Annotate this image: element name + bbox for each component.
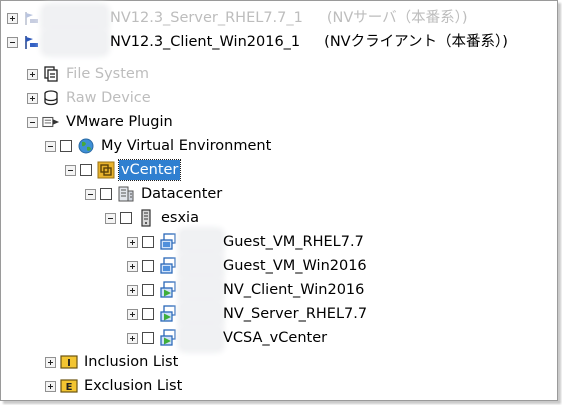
vm-name: NV_Client_Win2016 xyxy=(223,282,365,298)
redacted-block xyxy=(181,255,221,277)
vm-name: Guest_VM_Win2016 xyxy=(223,258,367,274)
plugin-icon xyxy=(42,113,60,131)
vcenter-label: vCenter xyxy=(117,159,182,181)
inclusion-list-label: Inclusion List xyxy=(84,354,179,370)
server-node-name: NV12.3_Server_RHEL7.7_1 xyxy=(110,10,303,26)
collapse-toggle[interactable] xyxy=(27,116,38,128)
vcenter-icon xyxy=(97,161,115,179)
tree-node-vm[interactable]: NV_Server_RHEL7.7 xyxy=(127,302,369,326)
expand-toggle[interactable] xyxy=(45,356,56,368)
client-node-name: NV12.3_Client_Win2016_1 xyxy=(110,34,301,50)
tree-node-raw-device[interactable]: Raw Device xyxy=(27,86,153,110)
expand-toggle[interactable] xyxy=(27,92,38,104)
client-node-role: (NVクライアント（本番系）) xyxy=(324,34,508,50)
tree-node-server[interactable]: NV12.3_Server_RHEL7.7_1 (NVサーバ（本番系）) xyxy=(7,6,470,30)
tree-node-datacenter[interactable]: Datacenter xyxy=(85,182,224,206)
checkbox[interactable] xyxy=(142,332,154,344)
checkbox[interactable] xyxy=(80,164,92,176)
redacted-block xyxy=(181,327,221,349)
collapse-toggle[interactable] xyxy=(7,36,18,48)
server-flag-icon xyxy=(22,9,40,27)
inclusion-list-icon: I xyxy=(60,353,78,371)
expand-toggle[interactable] xyxy=(127,236,138,248)
checkbox[interactable] xyxy=(142,308,154,320)
expand-toggle[interactable] xyxy=(127,332,138,344)
expand-toggle[interactable] xyxy=(127,308,138,320)
expand-toggle[interactable] xyxy=(45,380,56,392)
tree-node-vm[interactable]: Guest_VM_Win2016 xyxy=(127,254,369,278)
checkbox[interactable] xyxy=(142,236,154,248)
client-flag-icon xyxy=(22,33,40,51)
server-node-role: (NVサーバ（本番系）) xyxy=(326,10,468,26)
checkbox[interactable] xyxy=(100,188,112,200)
svg-text:I: I xyxy=(67,358,71,369)
checkbox[interactable] xyxy=(60,140,72,152)
host-server-icon xyxy=(137,209,155,227)
collapse-toggle[interactable] xyxy=(85,188,96,200)
tree-node-client[interactable]: NV12.3_Client_Win2016_1 (NVクライアント（本番系）) xyxy=(7,30,510,54)
vm-name: VCSA_vCenter xyxy=(223,330,328,346)
checkbox[interactable] xyxy=(142,260,154,272)
tree-node-host[interactable]: esxia xyxy=(105,206,201,230)
raw-device-label: Raw Device xyxy=(66,90,151,106)
host-label: esxia xyxy=(161,210,199,226)
expand-toggle[interactable] xyxy=(27,68,38,80)
checkbox[interactable] xyxy=(142,284,154,296)
tree-node-virtual-environment[interactable]: My Virtual Environment xyxy=(45,134,273,158)
collapse-toggle[interactable] xyxy=(45,140,56,152)
expand-toggle[interactable] xyxy=(127,260,138,272)
tree-node-file-system[interactable]: File System xyxy=(27,62,151,86)
tree-panel: NV12.3_Server_RHEL7.7_1 (NVサーバ（本番系）) NV1… xyxy=(0,0,558,401)
vm-green-icon xyxy=(159,329,177,347)
vm-name: NV_Server_RHEL7.7 xyxy=(223,306,368,322)
collapse-toggle[interactable] xyxy=(65,164,76,176)
exclusion-list-icon: E xyxy=(60,377,78,395)
redacted-block xyxy=(44,31,106,53)
redacted-block xyxy=(181,303,221,325)
tree-node-vm[interactable]: NV_Client_Win2016 xyxy=(127,278,366,302)
file-system-icon xyxy=(42,65,60,83)
collapse-toggle[interactable] xyxy=(105,212,116,224)
redacted-block xyxy=(44,7,106,29)
tree-node-vmware-plugin[interactable]: VMware Plugin xyxy=(27,110,175,134)
expand-toggle[interactable] xyxy=(127,284,138,296)
tree-node-vcenter[interactable]: vCenter xyxy=(65,158,182,182)
tree-node-vm[interactable]: VCSA_vCenter xyxy=(127,326,329,350)
checkbox[interactable] xyxy=(120,212,132,224)
globe-icon xyxy=(77,137,95,155)
datacenter-label: Datacenter xyxy=(141,186,223,202)
redacted-block xyxy=(181,231,221,253)
file-system-label: File System xyxy=(66,66,149,82)
exclusion-list-label: Exclusion List xyxy=(84,378,183,394)
tree-node-vm[interactable]: Guest_VM_RHEL7.7 xyxy=(127,230,366,254)
vm-blue-icon xyxy=(159,233,177,251)
vmware-plugin-label: VMware Plugin xyxy=(66,114,173,130)
redacted-block xyxy=(181,279,221,301)
disk-icon xyxy=(42,89,60,107)
vm-green-icon xyxy=(159,281,177,299)
tree-node-inclusion-list[interactable]: I Inclusion List xyxy=(45,350,180,374)
tree-node-exclusion-list[interactable]: E Exclusion List xyxy=(45,374,184,398)
virtual-environment-label: My Virtual Environment xyxy=(101,138,272,154)
building-icon xyxy=(117,185,135,203)
vm-blue-icon xyxy=(159,257,177,275)
svg-text:E: E xyxy=(66,382,73,393)
expand-toggle[interactable] xyxy=(7,12,18,24)
vm-name: Guest_VM_RHEL7.7 xyxy=(223,234,364,250)
vm-green-icon xyxy=(159,305,177,323)
